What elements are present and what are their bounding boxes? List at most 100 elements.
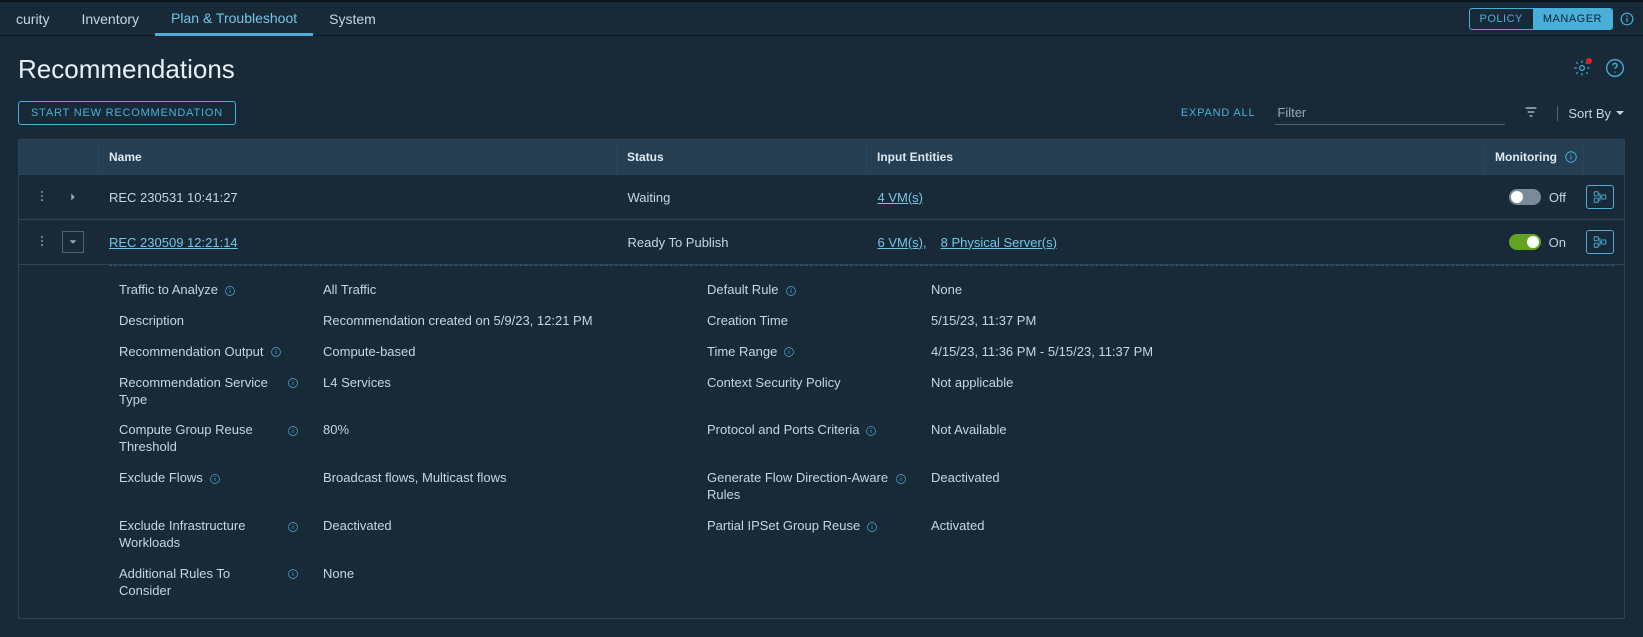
chevron-down-icon: [1615, 108, 1625, 118]
cell-monitoring: On: [1486, 224, 1576, 260]
detail-label: Additional Rules To Consider: [119, 566, 299, 600]
topology-map-button[interactable]: [1586, 230, 1614, 254]
info-icon[interactable]: [866, 518, 878, 535]
th-status[interactable]: Status: [617, 140, 867, 174]
monitoring-label: Off: [1549, 190, 1566, 205]
th-name[interactable]: Name: [99, 140, 617, 174]
detail-label: Description: [119, 313, 299, 330]
th-monitoring-label: Monitoring: [1495, 150, 1557, 164]
detail-label: Protocol and Ports Criteria: [707, 422, 907, 439]
info-icon[interactable]: [209, 470, 221, 487]
detail-value: 5/15/23, 11:37 PM: [931, 313, 1604, 328]
detail-value: Deactivated: [323, 518, 683, 533]
detail-value: Activated: [931, 518, 1604, 533]
detail-label: Recommendation Output: [119, 344, 299, 361]
info-icon[interactable]: [785, 282, 797, 299]
info-icon[interactable]: [270, 344, 282, 361]
row-expand-toggle[interactable]: [63, 232, 83, 252]
nav-tab-security[interactable]: curity: [0, 2, 65, 35]
th-input-entities[interactable]: Input Entities: [867, 140, 1485, 174]
detail-label: Context Security Policy: [707, 375, 907, 392]
detail-label: Compute Group Reuse Threshold: [119, 422, 299, 456]
cell-name: REC 230509 12:21:14: [99, 225, 618, 260]
detail-value: 80%: [323, 422, 683, 437]
page-title: Recommendations: [18, 54, 235, 85]
info-icon[interactable]: [1563, 149, 1579, 165]
info-icon[interactable]: [865, 422, 877, 439]
row-detail-panel: Traffic to Analyze All Traffic Default Rul…: [19, 265, 1624, 618]
row-expand-toggle[interactable]: [63, 187, 83, 207]
cell-monitoring: Off: [1486, 179, 1576, 215]
info-icon[interactable]: [287, 422, 299, 439]
page-header-actions: [1573, 58, 1625, 81]
top-nav: curity Inventory Plan & Troubleshoot Sys…: [0, 0, 1643, 36]
info-icon[interactable]: [895, 470, 907, 487]
input-entity-link[interactable]: 8 Physical Server(s): [941, 235, 1057, 250]
detail-value: None: [931, 282, 1604, 297]
detail-label: Default Rule: [707, 282, 907, 299]
help-button[interactable]: [1605, 58, 1625, 81]
detail-value: None: [323, 566, 683, 581]
expand-all-button[interactable]: EXPAND ALL: [1179, 103, 1257, 123]
recommendations-table: Name Status Input Entities Monitoring RE…: [18, 139, 1625, 619]
detail-label: Generate Flow Direction-Aware Rules: [707, 470, 907, 504]
nav-tab-system[interactable]: System: [313, 2, 392, 35]
mode-switch: POLICY MANAGER: [1469, 8, 1613, 30]
info-icon[interactable]: [224, 282, 236, 299]
page-header: Recommendations: [0, 36, 1643, 93]
filter-wrap: [1275, 101, 1505, 125]
info-icon[interactable]: [287, 566, 299, 583]
cell-input-entities: 4 VM(s): [868, 180, 1487, 215]
detail-value: Not applicable: [931, 375, 1604, 390]
row-actions-menu[interactable]: [35, 189, 49, 206]
toolbar: START NEW RECOMMENDATION EXPAND ALL Sort…: [0, 93, 1643, 139]
detail-value: Not Available: [931, 422, 1604, 437]
detail-value: L4 Services: [323, 375, 683, 390]
detail-label: Traffic to Analyze: [119, 282, 299, 299]
detail-label: Creation Time: [707, 313, 907, 330]
cell-status: Ready To Publish: [618, 225, 868, 260]
sort-by-dropdown[interactable]: Sort By: [1557, 106, 1625, 121]
monitoring-label: On: [1549, 235, 1566, 250]
nav-tab-inventory[interactable]: Inventory: [65, 2, 155, 35]
toolbar-right: EXPAND ALL Sort By: [1179, 101, 1625, 125]
notification-dot-icon: [1586, 58, 1592, 64]
detail-value: All Traffic: [323, 282, 683, 297]
input-entity-link[interactable]: 4 VM(s): [878, 190, 924, 205]
info-icon[interactable]: [783, 344, 795, 361]
detail-label: Recommendation Service Type: [119, 375, 299, 409]
table-header: Name Status Input Entities Monitoring: [19, 140, 1624, 175]
detail-label: Time Range: [707, 344, 907, 361]
input-entity-link[interactable]: 6 VM(s),: [878, 235, 927, 250]
detail-label: Exclude Infrastructure Workloads: [119, 518, 299, 552]
mode-manager[interactable]: MANAGER: [1533, 9, 1612, 29]
info-icon[interactable]: [1619, 11, 1635, 27]
row-actions-menu[interactable]: [35, 234, 49, 251]
info-icon[interactable]: [287, 375, 299, 392]
detail-label: Exclude Flows: [119, 470, 299, 487]
monitoring-toggle[interactable]: [1509, 189, 1541, 205]
topology-map-button[interactable]: [1586, 185, 1614, 209]
cell-status: Waiting: [618, 180, 868, 215]
top-nav-tabs: curity Inventory Plan & Troubleshoot Sys…: [0, 2, 392, 35]
start-recommendation-button[interactable]: START NEW RECOMMENDATION: [18, 101, 236, 125]
recommendation-name: REC 230531 10:41:27: [109, 190, 238, 205]
mode-policy[interactable]: POLICY: [1470, 9, 1533, 29]
table-row: REC 230509 12:21:14Ready To Publish6 VM(…: [19, 220, 1624, 265]
th-monitoring[interactable]: Monitoring: [1485, 140, 1584, 174]
settings-button[interactable]: [1573, 59, 1591, 80]
recommendation-name[interactable]: REC 230509 12:21:14: [109, 235, 238, 250]
cell-input-entities: 6 VM(s), 8 Physical Server(s): [868, 225, 1487, 260]
th-map: [1584, 140, 1624, 174]
info-icon[interactable]: [287, 518, 299, 535]
detail-value: Recommendation created on 5/9/23, 12:21 …: [323, 313, 683, 328]
detail-label: Partial IPSet Group Reuse: [707, 518, 907, 535]
table-row: REC 230531 10:41:27 Waiting 4 VM(s) Off: [19, 175, 1624, 220]
sort-by-label: Sort By: [1568, 106, 1611, 121]
filter-input[interactable]: [1275, 101, 1505, 125]
th-controls: [19, 140, 99, 174]
nav-tab-plan-troubleshoot[interactable]: Plan & Troubleshoot: [155, 2, 313, 36]
monitoring-toggle[interactable]: [1509, 234, 1541, 250]
filter-icon[interactable]: [1523, 104, 1539, 123]
detail-value: Compute-based: [323, 344, 683, 359]
